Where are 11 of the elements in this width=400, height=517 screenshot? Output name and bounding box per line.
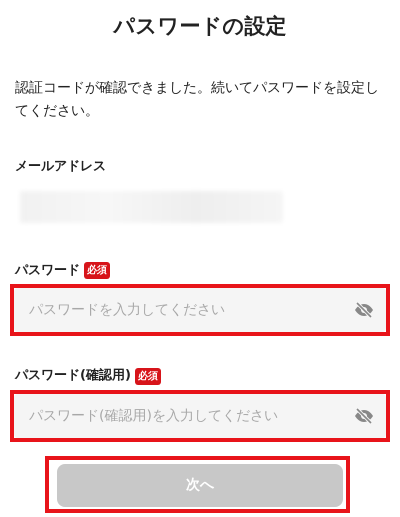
page-title: パスワードの設定 — [112, 13, 288, 40]
password-field[interactable]: パスワードを入力してください — [14, 288, 386, 332]
required-badge: 必須 — [84, 262, 110, 280]
hide-password-icon[interactable] — [354, 301, 374, 320]
password-field[interactable]: パスワード(確認用)を入力してください — [14, 394, 386, 438]
email-label: メールアドレス — [15, 158, 107, 176]
field-label: パスワード(確認用) — [15, 367, 131, 386]
required-badge: 必須 — [134, 368, 161, 385]
field-label: パスワード — [15, 262, 80, 280]
hide-password-icon[interactable] — [354, 406, 374, 425]
intro-text: 認証コードが確認できました。続いてパスワードを設定してください。 — [15, 79, 380, 122]
